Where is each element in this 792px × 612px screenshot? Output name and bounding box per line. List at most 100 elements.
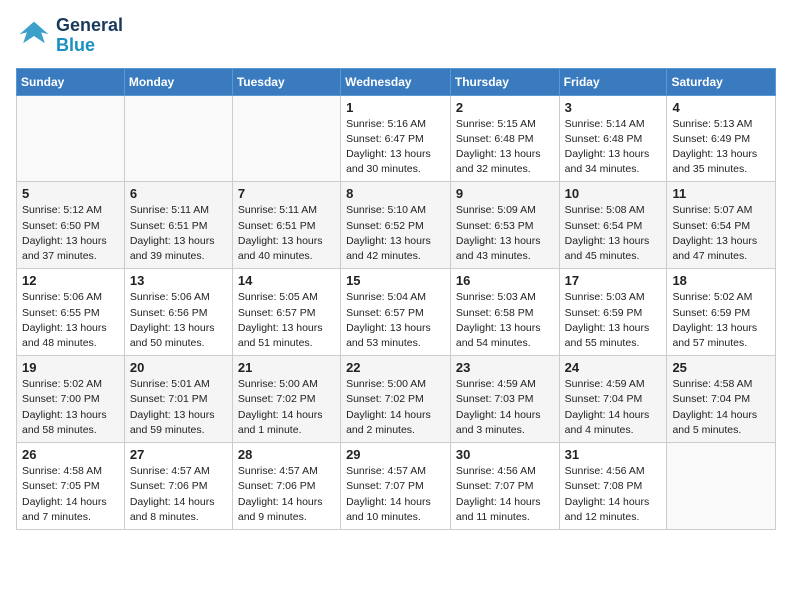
- day-info: Sunrise: 5:11 AM Sunset: 6:51 PM Dayligh…: [130, 203, 227, 264]
- calendar-cell: [667, 443, 776, 530]
- day-number: 28: [238, 447, 335, 462]
- day-info: Sunrise: 4:56 AM Sunset: 7:07 PM Dayligh…: [456, 464, 554, 525]
- logo-icon: [16, 18, 52, 54]
- day-number: 17: [565, 273, 662, 288]
- calendar-cell: 16 Sunrise: 5:03 AM Sunset: 6:58 PM Dayli…: [450, 269, 559, 356]
- day-number: 6: [130, 186, 227, 201]
- calendar-week-3: 12Sunrise: 5:06 AM Sunset: 6:55 PM Dayli…: [17, 269, 776, 356]
- day-number: 8: [346, 186, 445, 201]
- calendar-cell: 23Sunrise: 4:59 AM Sunset: 7:03 PM Dayli…: [450, 356, 559, 443]
- calendar-cell: 3Sunrise: 5:14 AM Sunset: 6:48 PM Daylig…: [559, 95, 667, 182]
- calendar-cell: 19 Sunrise: 5:02 AM Sunset: 7:00 PM Dayli…: [17, 356, 125, 443]
- day-number: 20: [130, 360, 227, 375]
- day-info: Sunrise: 5:13 AM Sunset: 6:49 PM Dayligh…: [672, 117, 770, 178]
- weekday-friday: Friday: [559, 68, 667, 95]
- day-info: Sunrise: 4:59 AM Sunset: 7:04 PM Dayligh…: [565, 377, 662, 438]
- day-number: 1: [346, 100, 445, 115]
- day-number: 21: [238, 360, 335, 375]
- calendar-cell: 9 Sunrise: 5:09 AM Sunset: 6:53 PM Daylig…: [450, 182, 559, 269]
- calendar-cell: 18Sunrise: 5:02 AM Sunset: 6:59 PM Dayli…: [667, 269, 776, 356]
- calendar-cell: 29 Sunrise: 4:57 AM Sunset: 7:07 PM Dayli…: [341, 443, 451, 530]
- day-number: 7: [238, 186, 335, 201]
- calendar-cell: 22 Sunrise: 5:00 AM Sunset: 7:02 PM Dayli…: [341, 356, 451, 443]
- calendar-week-1: 1Sunrise: 5:16 AM Sunset: 6:47 PM Daylig…: [17, 95, 776, 182]
- day-number: 14: [238, 273, 335, 288]
- calendar-cell: 6 Sunrise: 5:11 AM Sunset: 6:51 PM Daylig…: [124, 182, 232, 269]
- day-info: Sunrise: 5:09 AM Sunset: 6:53 PM Dayligh…: [456, 203, 554, 264]
- calendar-cell: 31 Sunrise: 4:56 AM Sunset: 7:08 PM Dayli…: [559, 443, 667, 530]
- day-number: 10: [565, 186, 662, 201]
- weekday-tuesday: Tuesday: [232, 68, 340, 95]
- day-info: Sunrise: 5:03 AM Sunset: 6:59 PM Dayligh…: [565, 290, 662, 351]
- day-number: 22: [346, 360, 445, 375]
- day-info: Sunrise: 5:12 AM Sunset: 6:50 PM Dayligh…: [22, 203, 119, 264]
- weekday-monday: Monday: [124, 68, 232, 95]
- logo-text: General Blue: [56, 16, 123, 56]
- calendar-table: SundayMondayTuesdayWednesdayThursdayFrid…: [16, 68, 776, 530]
- day-info: Sunrise: 5:02 AM Sunset: 6:59 PM Dayligh…: [672, 290, 770, 351]
- day-info: Sunrise: 4:58 AM Sunset: 7:04 PM Dayligh…: [672, 377, 770, 438]
- calendar-cell: 17 Sunrise: 5:03 AM Sunset: 6:59 PM Dayli…: [559, 269, 667, 356]
- calendar-cell: 5 Sunrise: 5:12 AM Sunset: 6:50 PM Daylig…: [17, 182, 125, 269]
- day-info: Sunrise: 5:07 AM Sunset: 6:54 PM Dayligh…: [672, 203, 770, 264]
- calendar-cell: 10 Sunrise: 5:08 AM Sunset: 6:54 PM Dayli…: [559, 182, 667, 269]
- weekday-saturday: Saturday: [667, 68, 776, 95]
- day-info: Sunrise: 4:56 AM Sunset: 7:08 PM Dayligh…: [565, 464, 662, 525]
- day-number: 29: [346, 447, 445, 462]
- day-info: Sunrise: 5:08 AM Sunset: 6:54 PM Dayligh…: [565, 203, 662, 264]
- calendar-header: SundayMondayTuesdayWednesdayThursdayFrid…: [17, 68, 776, 95]
- day-info: Sunrise: 4:57 AM Sunset: 7:06 PM Dayligh…: [238, 464, 335, 525]
- day-number: 27: [130, 447, 227, 462]
- calendar-cell: 4 Sunrise: 5:13 AM Sunset: 6:49 PM Daylig…: [667, 95, 776, 182]
- day-info: Sunrise: 5:10 AM Sunset: 6:52 PM Dayligh…: [346, 203, 445, 264]
- day-info: Sunrise: 5:04 AM Sunset: 6:57 PM Dayligh…: [346, 290, 445, 351]
- weekday-wednesday: Wednesday: [341, 68, 451, 95]
- day-info: Sunrise: 5:05 AM Sunset: 6:57 PM Dayligh…: [238, 290, 335, 351]
- day-number: 5: [22, 186, 119, 201]
- calendar-cell: 1Sunrise: 5:16 AM Sunset: 6:47 PM Daylig…: [341, 95, 451, 182]
- day-info: Sunrise: 5:06 AM Sunset: 6:55 PM Dayligh…: [22, 290, 119, 351]
- logo: General Blue: [16, 16, 123, 56]
- calendar-cell: 8 Sunrise: 5:10 AM Sunset: 6:52 PM Daylig…: [341, 182, 451, 269]
- day-info: Sunrise: 5:02 AM Sunset: 7:00 PM Dayligh…: [22, 377, 119, 438]
- calendar-week-5: 26Sunrise: 4:58 AM Sunset: 7:05 PM Dayli…: [17, 443, 776, 530]
- day-info: Sunrise: 5:00 AM Sunset: 7:02 PM Dayligh…: [346, 377, 445, 438]
- day-info: Sunrise: 5:01 AM Sunset: 7:01 PM Dayligh…: [130, 377, 227, 438]
- day-info: Sunrise: 4:59 AM Sunset: 7:03 PM Dayligh…: [456, 377, 554, 438]
- day-number: 16: [456, 273, 554, 288]
- day-number: 19: [22, 360, 119, 375]
- calendar-cell: 27Sunrise: 4:57 AM Sunset: 7:06 PM Dayli…: [124, 443, 232, 530]
- calendar-cell: [124, 95, 232, 182]
- day-info: Sunrise: 5:15 AM Sunset: 6:48 PM Dayligh…: [456, 117, 554, 178]
- day-info: Sunrise: 4:57 AM Sunset: 7:07 PM Dayligh…: [346, 464, 445, 525]
- day-number: 9: [456, 186, 554, 201]
- day-number: 30: [456, 447, 554, 462]
- calendar-cell: 12Sunrise: 5:06 AM Sunset: 6:55 PM Dayli…: [17, 269, 125, 356]
- calendar-cell: 30 Sunrise: 4:56 AM Sunset: 7:07 PM Dayli…: [450, 443, 559, 530]
- page-header: General Blue: [16, 16, 776, 56]
- day-number: 31: [565, 447, 662, 462]
- day-number: 25: [672, 360, 770, 375]
- calendar-cell: [232, 95, 340, 182]
- weekday-header-row: SundayMondayTuesdayWednesdayThursdayFrid…: [17, 68, 776, 95]
- calendar-cell: 20 Sunrise: 5:01 AM Sunset: 7:01 PM Dayli…: [124, 356, 232, 443]
- day-number: 15: [346, 273, 445, 288]
- day-number: 13: [130, 273, 227, 288]
- day-number: 11: [672, 186, 770, 201]
- calendar-cell: 15 Sunrise: 5:04 AM Sunset: 6:57 PM Dayli…: [341, 269, 451, 356]
- calendar-cell: 2Sunrise: 5:15 AM Sunset: 6:48 PM Daylig…: [450, 95, 559, 182]
- calendar-cell: 25 Sunrise: 4:58 AM Sunset: 7:04 PM Dayli…: [667, 356, 776, 443]
- calendar-cell: 11 Sunrise: 5:07 AM Sunset: 6:54 PM Dayli…: [667, 182, 776, 269]
- calendar-cell: 24 Sunrise: 4:59 AM Sunset: 7:04 PM Dayli…: [559, 356, 667, 443]
- calendar-week-4: 19 Sunrise: 5:02 AM Sunset: 7:00 PM Dayli…: [17, 356, 776, 443]
- calendar-cell: 21Sunrise: 5:00 AM Sunset: 7:02 PM Dayli…: [232, 356, 340, 443]
- calendar-cell: 26Sunrise: 4:58 AM Sunset: 7:05 PM Dayli…: [17, 443, 125, 530]
- day-number: 4: [672, 100, 770, 115]
- calendar-week-2: 5 Sunrise: 5:12 AM Sunset: 6:50 PM Daylig…: [17, 182, 776, 269]
- calendar-body: 1Sunrise: 5:16 AM Sunset: 6:47 PM Daylig…: [17, 95, 776, 529]
- day-info: Sunrise: 5:03 AM Sunset: 6:58 PM Dayligh…: [456, 290, 554, 351]
- calendar-cell: 7Sunrise: 5:11 AM Sunset: 6:51 PM Daylig…: [232, 182, 340, 269]
- day-info: Sunrise: 5:06 AM Sunset: 6:56 PM Dayligh…: [130, 290, 227, 351]
- day-number: 24: [565, 360, 662, 375]
- calendar-cell: [17, 95, 125, 182]
